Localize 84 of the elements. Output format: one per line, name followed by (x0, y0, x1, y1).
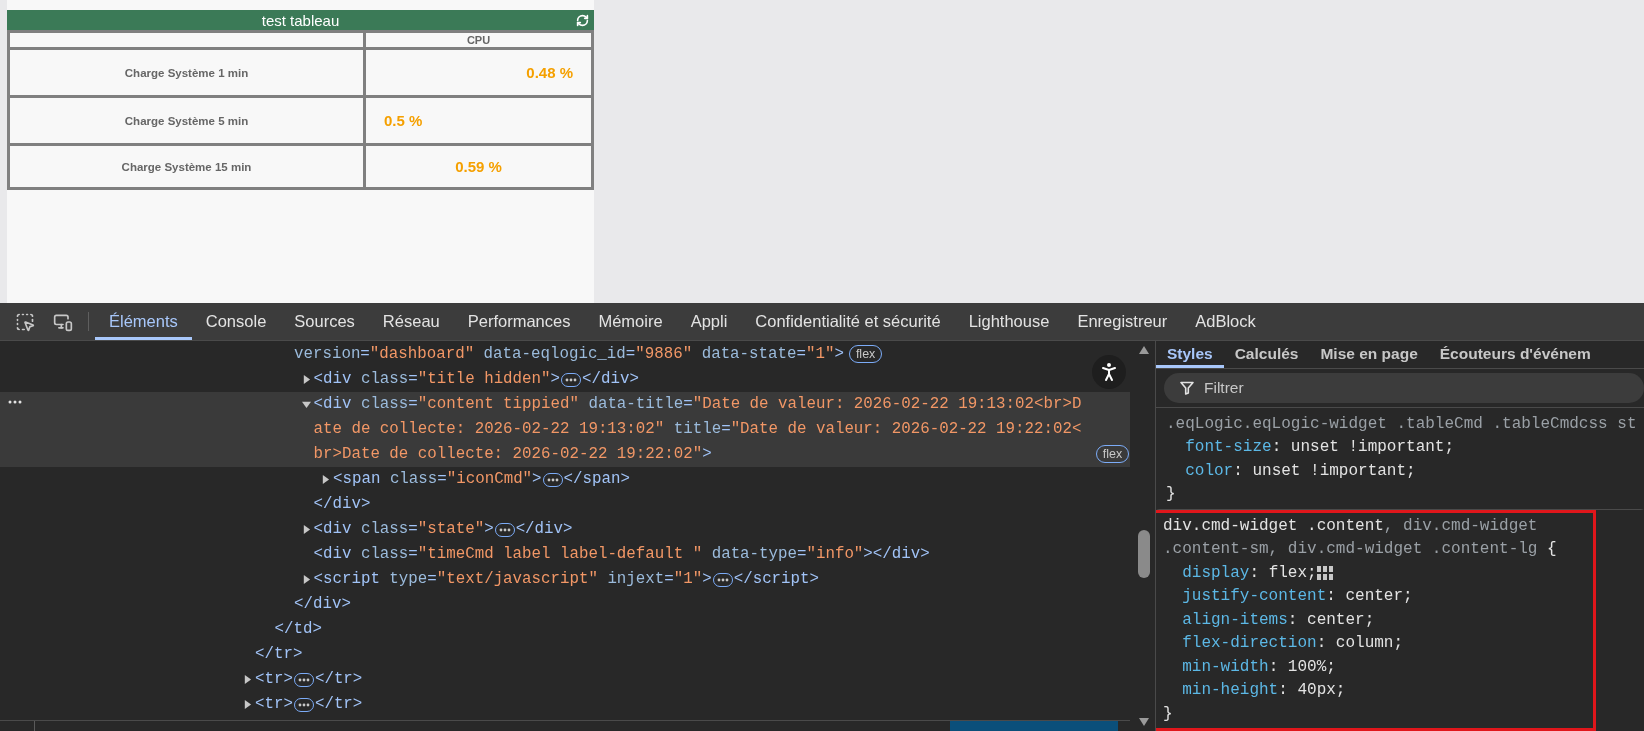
devtools-tab[interactable]: AdBlock (1181, 303, 1270, 340)
table-header-cell: CPU (364, 31, 593, 49)
ellipsis-icon (498, 527, 511, 532)
row-label: Charge Système 1 min (123, 66, 250, 79)
tree-row[interactable]: <tr> </tr> (0, 667, 1130, 692)
styles-tab[interactable]: Calculés (1223, 341, 1310, 368)
code-text: </tr> (255, 644, 303, 665)
ellipsis-icon (297, 702, 310, 707)
tree-row[interactable]: version="dashboard" data-eqlogic_id="9886" data-state="1"> flex (0, 342, 1130, 367)
dots-icon[interactable] (8, 400, 22, 404)
code-text: <div class="state"> (313, 519, 494, 540)
css-declaration: flex-direction: column; (1182, 633, 1404, 654)
code-text: </div> (313, 494, 371, 515)
flex-editor-icon[interactable] (1316, 565, 1333, 581)
code-text: </tr> (314, 669, 363, 690)
tree-row[interactable]: <div class="title hidden"> </div> (0, 367, 1130, 392)
code-text: version="dashboard" data-eqlogic_id="9886" data-state="1"> (294, 344, 844, 365)
caret-icon[interactable] (243, 675, 252, 684)
code-text: <div class="content tippied" data-title="Date de valeur: 2026-02-22 19:13:02<br>Date de collecte: 2026-02-22 19:13:02" title="Date de valeur: 2026-02-22 19:22:02<br>Date de collecte: 2026-02-22 19:22:02"> (313, 394, 1083, 465)
tree-row[interactable]: <script type="text/javascript" injext="1"> </script> (0, 567, 1130, 592)
code-text: <script type="text/javascript" injext="1"> (313, 569, 712, 590)
row-label: Charge Système 15 min (120, 160, 253, 173)
devtools-tab[interactable]: Réseau (368, 303, 454, 340)
styles-tab[interactable]: Écouteurs d'événem (1428, 341, 1602, 368)
devtools-tab[interactable]: Confidentialité et sécurité (741, 303, 955, 340)
code-text: <span class="iconCmd"> (333, 469, 542, 490)
styles-tab[interactable]: Styles (1156, 341, 1224, 368)
filter-field[interactable]: Filtrer (1164, 372, 1644, 403)
css-declaration: font-size: unset !important; (1185, 437, 1455, 458)
ellipsis-icon (546, 477, 559, 482)
css-selector: .eqLogic.eqLogic-widget .tableCmd .tableCmdcss st (1166, 413, 1635, 435)
devtools-tab[interactable]: Sources (280, 303, 369, 340)
devtools-tab[interactable]: Mémoire (584, 303, 677, 340)
inspect-icon[interactable] (15, 311, 35, 332)
tree-row[interactable]: <div class="state"> </div> (0, 517, 1130, 542)
cpu-value: 0.5 % (384, 112, 423, 129)
funnel-icon (1180, 380, 1194, 395)
devtools-tab[interactable]: Appli (676, 303, 742, 340)
cpu-value: 0.48 % (526, 64, 573, 81)
devtools-tab[interactable]: Lighthouse (954, 303, 1064, 340)
code-text: </span> (563, 469, 630, 490)
code-text: <div class="timeCmd label label-default " data-type="info"></div> (313, 544, 930, 565)
selected-row[interactable] (0, 392, 1130, 467)
scroll-up-icon[interactable] (1138, 345, 1150, 355)
caret-icon[interactable] (301, 575, 311, 584)
css-declaration: align-items: center; (1182, 609, 1375, 631)
css-declaration: justify-content: center; (1182, 586, 1413, 607)
code-text: </div> (294, 594, 351, 615)
code-text: </script> (733, 569, 819, 590)
tree-row[interactable]: <span class="iconCmd"> </span> (0, 467, 1130, 492)
tree-row[interactable]: <tr> </tr> (0, 692, 1130, 717)
scrollbar-thumb[interactable] (1138, 530, 1150, 578)
css-declaration: min-height: 40px; (1182, 680, 1346, 701)
ellipsis-icon (297, 677, 310, 682)
code-text: </td> (274, 619, 322, 640)
css-declaration: display: flex; (1182, 562, 1317, 584)
row-label: Charge Système 5 min (123, 114, 250, 127)
css-declaration: min-width: 100%; (1182, 656, 1336, 678)
closing-brace: } (1163, 703, 1174, 725)
caret-icon[interactable] (243, 700, 252, 709)
code-text: <tr> (255, 669, 293, 690)
caret-icon[interactable] (301, 525, 311, 534)
scroll-down-icon[interactable] (1138, 717, 1150, 727)
tree-row[interactable]: <div class="timeCmd label label-default " data-type="info"></div> (0, 542, 1130, 567)
ellipsis-icon (716, 577, 729, 582)
refresh-icon[interactable] (575, 13, 589, 27)
closing-brace: } (1166, 484, 1177, 505)
devtools-tab[interactable]: Performances (453, 303, 585, 340)
caret-icon[interactable] (321, 475, 330, 484)
caret-icon[interactable] (301, 375, 311, 384)
devtools-tab[interactable]: Console (191, 303, 281, 340)
code-text: <div class="title hidden"> (313, 369, 560, 390)
ellipsis-icon (565, 377, 577, 382)
code-text: </div> (515, 519, 573, 540)
devtools-tab[interactable]: Éléments (95, 303, 192, 340)
caret-icon[interactable] (301, 400, 311, 409)
devtools-tab[interactable]: Enregistreur (1063, 303, 1182, 340)
styles-tab[interactable]: Mise en page (1309, 341, 1429, 368)
cpu-value: 0.59 % (455, 158, 502, 175)
code-text: </tr> (314, 694, 363, 715)
code-text: <tr> (255, 694, 293, 715)
code-text: </div> (582, 369, 639, 390)
widget-title: test tableau (260, 11, 341, 29)
css-declaration: color: unset !important; (1185, 460, 1416, 482)
